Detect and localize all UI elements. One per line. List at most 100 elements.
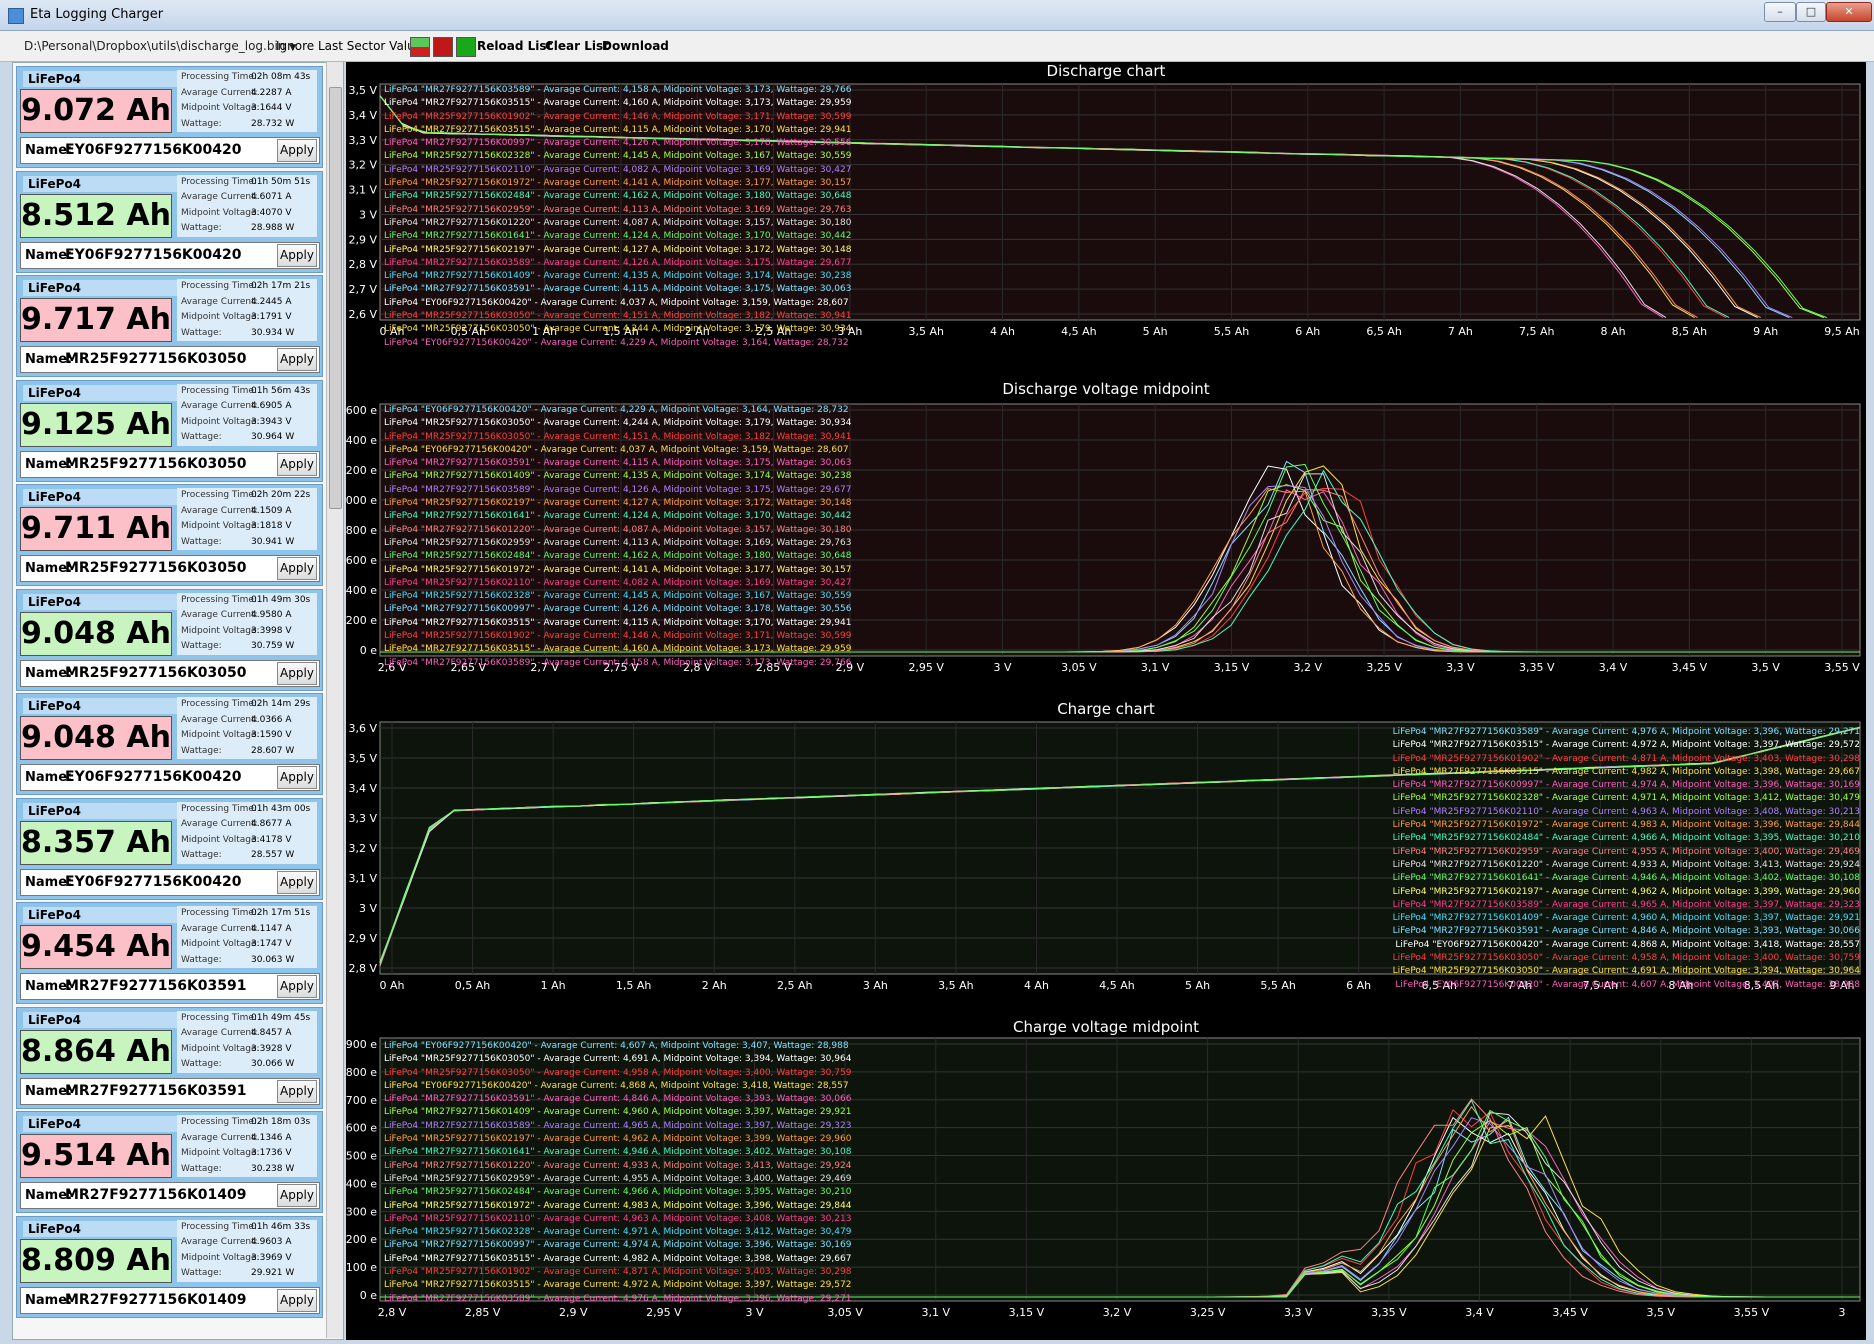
name-field[interactable]: Name: MR25F9277156K03050 Apply xyxy=(20,346,320,373)
battery-card[interactable]: LiFePo4 9.048 Ah Processing Time: 02h 14m 2… xyxy=(16,693,323,795)
close-button[interactable]: ✕ xyxy=(1826,2,1872,22)
x-tick-label: 3 xyxy=(1839,1306,1846,1319)
battery-card[interactable]: LiFePo4 9.125 Ah Processing Time: 01h 56m 4… xyxy=(16,379,323,482)
apply-button[interactable]: Apply xyxy=(277,661,317,685)
battery-card[interactable]: LiFePo4 8.357 Ah Processing Time: 01h 43m 0… xyxy=(16,797,323,900)
file-path-text: D:\Personal\Dropbox\utils\discharge_log.… xyxy=(24,39,286,53)
apply-button[interactable]: Apply xyxy=(277,243,317,267)
legend-entry: LiFePo4 "MR27F9277156K01409" - Avarage C… xyxy=(1392,913,1860,924)
stat-label: Processing Time: xyxy=(181,699,257,709)
y-tick-label: 800 e xyxy=(346,524,377,537)
ignore-last-sector-checkbox[interactable]: Ignore Last Sector Value xyxy=(276,39,422,53)
download-button[interactable]: Download xyxy=(602,39,669,53)
apply-button[interactable]: Apply xyxy=(277,870,317,894)
name-input[interactable]: MR27F9277156K01409 xyxy=(65,1292,247,1308)
name-input[interactable]: EY06F9277156K00420 xyxy=(65,769,242,785)
apply-button[interactable]: Apply xyxy=(277,1079,317,1103)
name-input[interactable]: EY06F9277156K00420 xyxy=(65,142,242,158)
reload-list-button[interactable]: Reload List xyxy=(477,39,552,53)
apply-button[interactable]: Apply xyxy=(277,766,317,789)
minimize-icon: – xyxy=(1777,5,1783,18)
name-field[interactable]: Name: EY06F9277156K00420 Apply xyxy=(20,241,320,269)
battery-card[interactable]: LiFePo4 8.864 Ah Processing Time: 01h 49m 4… xyxy=(16,1006,323,1109)
apply-button[interactable]: Apply xyxy=(277,1288,317,1312)
battery-card[interactable]: LiFePo4 9.717 Ah Processing Time: 02h 17m 2… xyxy=(16,275,323,377)
file-path-dropdown[interactable]: D:\Personal\Dropbox\utils\discharge_log.… xyxy=(24,39,296,53)
name-field[interactable]: Name: MR25F9277156K03050 Apply xyxy=(20,659,320,687)
legend-entry: LiFePo4 "MR25F9277156K01972" - Avarage C… xyxy=(384,178,852,189)
toggle-red-button[interactable] xyxy=(433,37,453,57)
capacity-value: 9.717 Ah xyxy=(20,298,172,342)
name-input[interactable]: MR27F9277156K03591 xyxy=(65,1083,247,1099)
name-field[interactable]: Name: MR27F9277156K01409 Apply xyxy=(20,1286,320,1314)
name-input[interactable]: MR25F9277156K03050 xyxy=(65,560,247,576)
battery-card[interactable]: LiFePo4 9.454 Ah Processing Time: 02h 17m 5… xyxy=(16,902,323,1004)
name-field[interactable]: Name: EY06F9277156K00420 Apply xyxy=(20,764,320,791)
legend-entry: LiFePo4 "MR27F9277156K01641" - Avarage C… xyxy=(384,231,852,242)
legend-entry: LiFePo4 "MR27F9277156K01409" - Avarage C… xyxy=(384,471,852,482)
name-input[interactable]: MR25F9277156K03050 xyxy=(65,665,247,681)
list-scrollbar[interactable] xyxy=(326,62,343,1338)
scrollbar-thumb[interactable] xyxy=(329,87,342,509)
name-field[interactable]: Name: MR25F9277156K03050 Apply xyxy=(20,450,320,478)
battery-card[interactable]: LiFePo4 9.048 Ah Processing Time: 01h 49m 3… xyxy=(16,588,323,691)
name-field[interactable]: Name: MR25F9277156K03050 Apply xyxy=(20,555,320,582)
stat-value: 4.1346 A xyxy=(251,1132,292,1143)
name-field[interactable]: Name: MR27F9277156K03591 Apply xyxy=(20,973,320,1000)
stat-value: 4.0366 A xyxy=(251,714,292,725)
x-tick-label: 3,2 V xyxy=(1294,661,1323,674)
toggle-green-button[interactable] xyxy=(456,37,476,57)
stat-label: Avarage Current: xyxy=(181,505,258,516)
name-field[interactable]: Name: MR27F9277156K03591 Apply xyxy=(20,1077,320,1105)
maximize-button[interactable]: □ xyxy=(1796,2,1826,22)
battery-card[interactable]: LiFePo4 8.809 Ah Processing Time: 01h 46m 3… xyxy=(16,1215,323,1318)
legend-entry: LiFePo4 "MR25F9277156K03050" - Avarage C… xyxy=(384,1054,852,1065)
y-tick-label: 1400 e xyxy=(346,434,377,447)
battery-card[interactable]: LiFePo4 9.711 Ah Processing Time: 02h 20m 2… xyxy=(16,484,323,586)
stat-label: Midpoint Voltage: xyxy=(181,1148,260,1158)
name-field[interactable]: Name: EY06F9277156K00420 Apply xyxy=(20,868,320,896)
name-input[interactable]: MR25F9277156K03050 xyxy=(65,456,247,472)
stat-value: 3.3943 V xyxy=(251,416,292,427)
apply-button[interactable]: Apply xyxy=(277,975,317,998)
toggle-both-button[interactable] xyxy=(410,37,430,57)
stats-panel: Processing Time: 02h 17m 51s Avarage Curre… xyxy=(177,906,317,968)
name-input[interactable]: EY06F9277156K00420 xyxy=(65,874,242,890)
y-tick-label: 3,1 V xyxy=(348,872,377,885)
name-input[interactable]: MR25F9277156K03050 xyxy=(65,351,247,367)
battery-card[interactable]: LiFePo4 9.072 Ah Processing Time: 02h 08m 4… xyxy=(16,66,323,168)
apply-button[interactable]: Apply xyxy=(277,452,317,476)
stat-label: Wattage: xyxy=(181,1163,222,1174)
legend-entry: LiFePo4 "MR25F9277156K02959" - Avarage C… xyxy=(384,204,852,215)
apply-button[interactable]: Apply xyxy=(277,139,317,162)
name-field[interactable]: Name: MR27F9277156K01409 Apply xyxy=(20,1182,320,1209)
legend-entry: LiFePo4 "MR27F9277156K03589" - Avarage C… xyxy=(384,1293,852,1304)
battery-card[interactable]: LiFePo4 8.512 Ah Processing Time: 01h 50m 5… xyxy=(16,170,323,273)
stat-value: 02h 08m 43s xyxy=(251,72,311,82)
minimize-button[interactable]: – xyxy=(1764,2,1796,22)
legend-entry: LiFePo4 "MR25F9277156K01972" - Avarage C… xyxy=(384,564,852,575)
apply-button[interactable]: Apply xyxy=(277,1184,317,1207)
stat-label: Processing Time: xyxy=(181,1221,257,1232)
stats-panel: Processing Time: 02h 18m 03s Avarage Curre… xyxy=(177,1115,317,1177)
legend-entry: LiFePo4 "EY06F9277156K00420" - Avarage C… xyxy=(384,1041,849,1051)
apply-button[interactable]: Apply xyxy=(277,348,317,371)
name-input[interactable]: MR27F9277156K01409 xyxy=(65,1187,247,1203)
name-input[interactable]: EY06F9277156K00420 xyxy=(65,247,242,263)
x-tick-label: 4 Ah xyxy=(990,325,1015,338)
clear-list-button[interactable]: Clear List xyxy=(545,39,609,53)
stat-label: Avarage Current: xyxy=(181,1028,258,1038)
legend-entry: LiFePo4 "MR27F9277156K03589" - Avarage C… xyxy=(384,1120,852,1131)
apply-button[interactable]: Apply xyxy=(277,557,317,580)
stat-value: 3.1791 V xyxy=(251,312,292,322)
battery-card[interactable]: LiFePo4 9.514 Ah Processing Time: 02h 18m 0… xyxy=(16,1111,323,1213)
x-tick-label: 3,45 V xyxy=(1552,1306,1588,1319)
stat-label: Wattage: xyxy=(181,118,222,129)
name-field[interactable]: Name: EY06F9277156K00420 Apply xyxy=(20,137,320,164)
stat-value: 30.066 W xyxy=(251,1059,295,1069)
chemistry-label: LiFePo4 xyxy=(23,593,178,610)
stat-label: Midpoint Voltage: xyxy=(181,730,260,740)
name-input[interactable]: MR27F9277156K03591 xyxy=(65,978,247,994)
legend-entry: LiFePo4 "EY06F9277156K00420" - Avarage C… xyxy=(384,444,849,455)
stat-label: Processing Time: xyxy=(181,1117,257,1127)
